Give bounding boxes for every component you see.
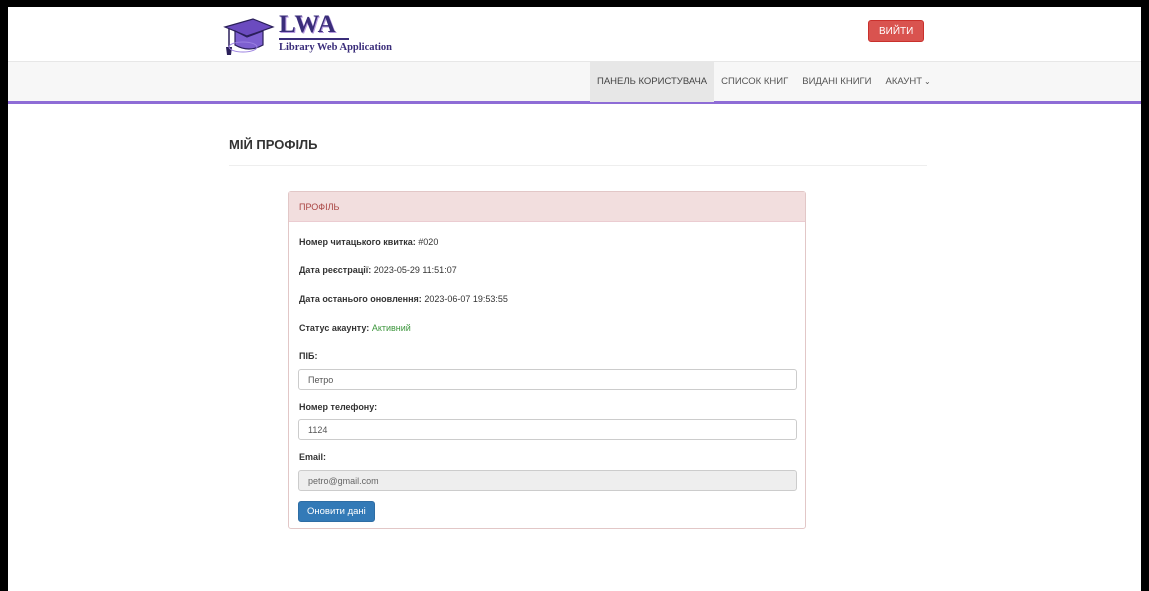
panel-header: ПРОФІЛЬ xyxy=(289,192,805,222)
last-update-label: Дата останього оновлення: xyxy=(299,294,422,304)
card-number-label: Номер читацького квитка: xyxy=(299,237,416,247)
graduation-cap-icon xyxy=(223,18,275,55)
account-status-row: Статус акаунту: Активний xyxy=(299,323,411,333)
nav-item-label: АКАУНТ xyxy=(885,76,923,87)
logout-button[interactable]: ВИЙТИ xyxy=(868,20,925,42)
panel-heading: ПРОФІЛЬ xyxy=(299,202,340,212)
page-title: МІЙ ПРОФІЛЬ xyxy=(229,137,318,152)
update-data-button[interactable]: Оновити дані xyxy=(298,501,375,522)
phone-input[interactable] xyxy=(298,419,797,440)
email-label-row: Email: xyxy=(299,452,326,462)
main-navbar: ПАНЕЛЬ КОРИСТУВАЧА СПИСОК КНИГ ВИДАНІ КН… xyxy=(8,61,1141,104)
nav-menu: ПАНЕЛЬ КОРИСТУВАЧА СПИСОК КНИГ ВИДАНІ КН… xyxy=(590,62,938,102)
nav-item-book-list[interactable]: СПИСОК КНИГ xyxy=(714,62,795,102)
nav-item-label: СПИСОК КНИГ xyxy=(721,76,789,87)
card-number-value: #020 xyxy=(418,237,439,247)
name-label-row: ПІБ: xyxy=(299,351,317,361)
card-number-row: Номер читацького квитка: #020 xyxy=(299,237,438,247)
registration-date-row: Дата реєстрації: 2023-05-29 11:51:07 xyxy=(299,265,457,275)
profile-panel: ПРОФІЛЬ Номер читацького квитка: #020 Да… xyxy=(288,191,806,529)
title-divider xyxy=(229,165,927,166)
logo-rule xyxy=(279,38,349,40)
registration-date-value: 2023-05-29 11:51:07 xyxy=(373,265,457,275)
nav-item-label: ВИДАНІ КНИГИ xyxy=(802,76,872,87)
nav-item-account-dropdown[interactable]: АКАУНТ ⌄ xyxy=(879,62,938,102)
name-label: ПІБ: xyxy=(299,351,318,361)
last-update-row: Дата останього оновлення: 2023-06-07 19:… xyxy=(299,294,508,304)
name-input[interactable] xyxy=(298,369,797,390)
email-label: Email: xyxy=(299,452,327,462)
phone-label-row: Номер телефону: xyxy=(299,402,377,412)
browser-viewport: LWA Library Web Application ВИЙТИ ПАНЕЛЬ… xyxy=(8,7,1141,591)
phone-label: Номер телефону: xyxy=(299,402,378,412)
email-input xyxy=(298,470,797,491)
logo[interactable]: LWA Library Web Application xyxy=(223,11,403,59)
chevron-down-icon: ⌄ xyxy=(924,77,931,86)
top-header: LWA Library Web Application ВИЙТИ xyxy=(8,7,1141,61)
account-status-label: Статус акаунту: xyxy=(299,323,370,333)
logo-title: LWA xyxy=(279,11,337,38)
nav-item-issued-books[interactable]: ВИДАНІ КНИГИ xyxy=(795,62,878,102)
last-update-value: 2023-06-07 19:53:55 xyxy=(424,294,508,304)
logo-subtitle: Library Web Application xyxy=(279,42,392,53)
status-badge: Активний xyxy=(371,323,411,333)
nav-item-label: ПАНЕЛЬ КОРИСТУВАЧА xyxy=(597,76,708,87)
registration-date-label: Дата реєстрації: xyxy=(299,265,372,275)
nav-item-user-panel[interactable]: ПАНЕЛЬ КОРИСТУВАЧА xyxy=(590,62,715,102)
